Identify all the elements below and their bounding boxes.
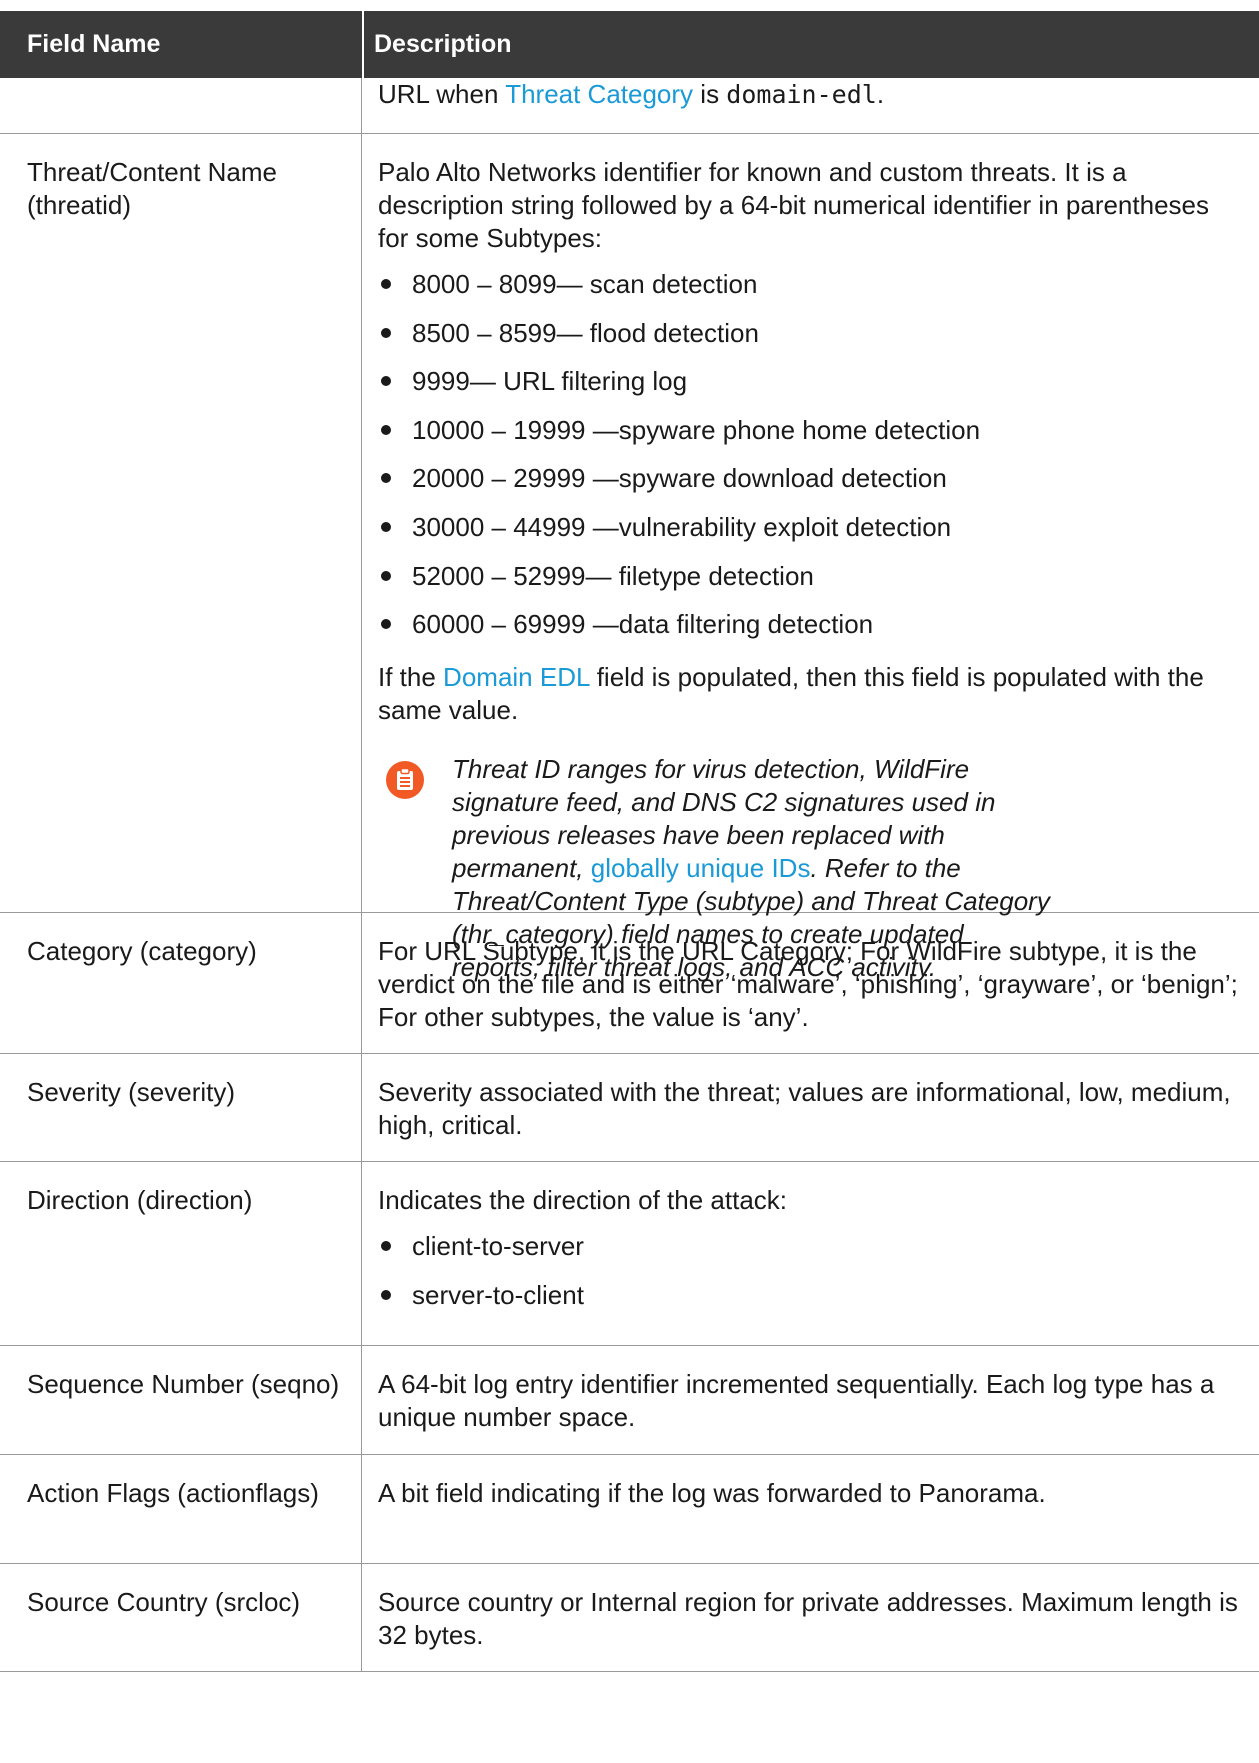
description-cell: A 64-bit log entry identifier incremente… [378,1369,1215,1432]
description-cell: Indicates the direction of the attack: c… [362,1162,1259,1345]
text: URL when [378,79,506,109]
table-row: Action Flags (actionflags) A bit field i… [0,1455,1259,1564]
header-field-name: Field Name [27,30,161,58]
list-item-text: server-to-client [412,1279,584,1310]
note-clipboard-icon [386,760,424,799]
domain-edl-link[interactable]: Domain EDL [443,662,589,692]
text: . [876,79,885,109]
field-name-cell: Direction (direction) [0,1162,362,1345]
list-item: 52000 – 52999— filetype detection [378,560,1245,609]
bullet-icon [381,327,391,338]
list-item: 9999— URL filtering log [378,365,1245,414]
list-item: 30000 – 44999 —vulnerability exploit det… [378,511,1245,560]
field-name-cell [0,78,362,133]
list-item: 8500 – 8599— flood detection [378,317,1245,366]
table-header: Field Name Description [0,11,1259,78]
field-name-cell: Threat/Content Name (threatid) [0,134,362,912]
table-row: Direction (direction) Indicates the dire… [0,1162,1259,1346]
list-item: 20000 – 29999 —spyware download detectio… [378,462,1245,511]
list-item-text: 30000 – 44999 —vulnerability exploit det… [412,511,952,542]
bullet-icon [381,521,391,532]
list-item-text: 8500 – 8599— flood detection [412,317,759,348]
list-item-text: 60000 – 69999 —data filtering detection [412,609,874,640]
list-item-text: 9999— URL filtering log [412,366,688,397]
bullet-icon [381,1289,391,1300]
bullet-icon [381,1241,391,1251]
description-cell: Severity associated with the threat; val… [378,1077,1231,1140]
list-item: 8000 – 8099— scan detection [378,268,1245,317]
bullet-icon [381,570,391,581]
text: is [693,79,727,109]
direction-list: client-to-server server-to-client [378,1230,1245,1327]
field-name-cell: Severity (severity) [0,1054,362,1161]
description-text: URL when Threat Category is domain-edl. [378,78,1245,111]
description-cell: Source country or Internal region for pr… [378,1587,1238,1650]
table-row: Category (category) For URL Subtype, it … [0,913,1259,1054]
bullet-icon [381,376,391,387]
globally-unique-ids-link[interactable]: globally unique IDs [591,853,811,883]
table-row: URL when Threat Category is domain-edl. [0,78,1259,134]
code-value: domain-edl [726,80,877,109]
text: If the [378,661,444,692]
threat-category-link[interactable]: Threat Category [505,79,693,109]
field-name-cell: Category (category) [0,913,362,1053]
log-fields-table: Field Name Description URL when Threat C… [0,11,1259,1672]
threat-id-ranges-list: 8000 – 8099— scan detection 8500 – 8599—… [378,268,1245,657]
bullet-icon [381,473,391,484]
list-item: server-to-client [378,1279,1245,1328]
description-cell: A bit field indicating if the log was fo… [378,1478,1046,1508]
list-item-text: client-to-server [412,1231,584,1261]
table-row: Threat/Content Name (threatid) Palo Alto… [0,134,1259,982]
header-description: Description [362,11,1259,78]
bullet-icon [381,424,391,435]
description-text: If the Domain EDL field is populated, th… [378,661,1245,727]
bullet-icon [381,279,391,289]
table-row: Sequence Number (seqno) A 64-bit log ent… [0,1346,1259,1455]
list-item: 10000 – 19999 —spyware phone home detect… [378,414,1245,463]
bullet-icon [381,619,391,630]
list-item-text: 20000 – 29999 —spyware download detectio… [412,463,947,494]
list-item-text: 8000 – 8099— scan detection [412,269,758,299]
description-cell: For URL Subtype, it is the URL Category;… [378,936,1238,1032]
description-text: Palo Alto Networks identifier for known … [378,157,1209,253]
description-cell: Palo Alto Networks identifier for known … [362,134,1259,982]
table-row: Source Country (srcloc) Source country o… [0,1564,1259,1672]
field-name-cell: Sequence Number (seqno) [0,1346,362,1454]
list-item-text: 10000 – 19999 —spyware phone home detect… [412,414,981,445]
list-item: client-to-server [378,1230,1245,1279]
field-name-cell: Action Flags (actionflags) [0,1455,362,1563]
description-text: Indicates the direction of the attack: [378,1185,788,1215]
table-row: Severity (severity) Severity associated … [0,1054,1259,1162]
field-name-cell: Source Country (srcloc) [0,1564,362,1671]
list-item: 60000 – 69999 —data filtering detection [378,608,1245,657]
list-item-text: 52000 – 52999— filetype detection [412,560,814,591]
description-cell: URL when Threat Category is domain-edl. [362,78,1259,133]
